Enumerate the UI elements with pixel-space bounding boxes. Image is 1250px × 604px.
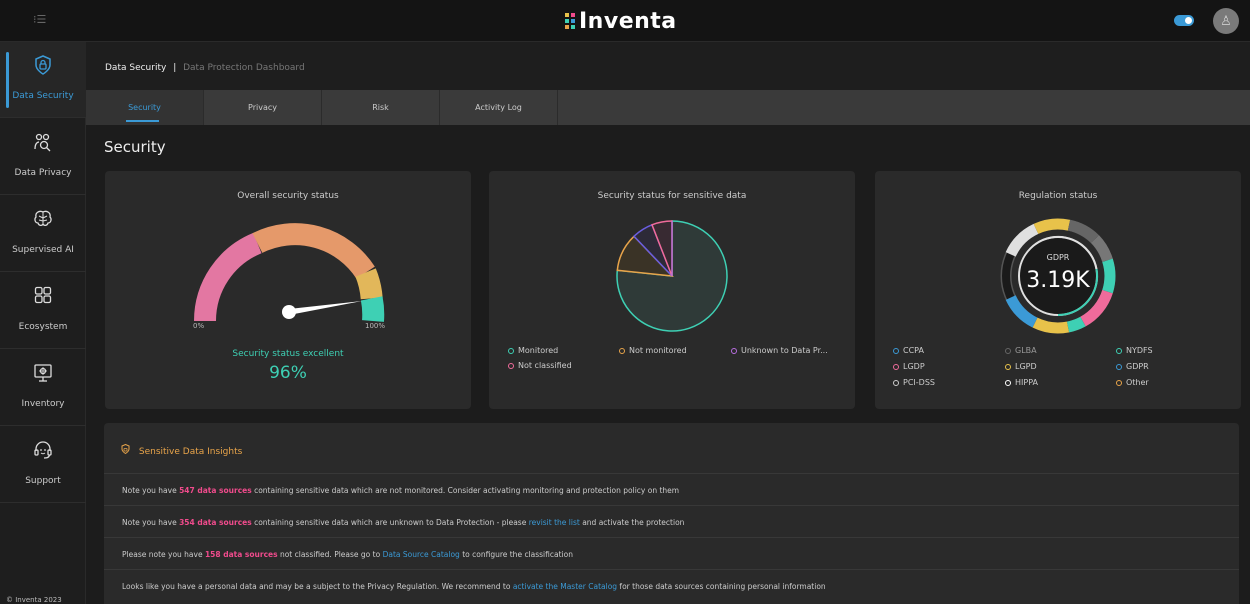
sensitive-data-pie <box>616 220 728 332</box>
tab-risk[interactable]: Risk <box>322 90 440 125</box>
gauge-segment-red <box>193 232 262 322</box>
insights-header: Sensitive Data Insights <box>121 443 243 457</box>
gauge-needle <box>289 301 362 315</box>
insight-text: Looks like you have a personal data and … <box>122 582 513 591</box>
security-status-value: 96% <box>269 363 307 383</box>
donut-center-label: GDPR <box>1046 253 1070 262</box>
insight-highlight: 547 data sources <box>179 486 252 495</box>
gauge-min-label: 0% <box>193 322 205 330</box>
logo-text: Inventa <box>579 8 677 34</box>
data-source-catalog-link[interactable]: Data Source Catalog <box>383 550 460 559</box>
sidebar-item-support[interactable]: Support <box>0 427 86 503</box>
gauge-max-label: 100% <box>365 322 386 330</box>
legend-item-gdpr[interactable]: GDPR <box>1116 362 1149 371</box>
insight-row: Please note you have 158 data sources no… <box>104 537 1239 569</box>
insight-text: Note you have <box>122 486 180 495</box>
sidebar-item-label: Data Privacy <box>14 168 72 178</box>
page-title: Security <box>104 138 166 156</box>
legend-item-other[interactable]: Other <box>1116 378 1149 387</box>
donut-segment-nydfs-2 <box>1066 316 1086 333</box>
sidebar-item-data-security[interactable]: Data Security <box>0 42 86 118</box>
tab-bar: Security Privacy Risk Activity Log <box>86 90 1250 125</box>
legend-item-glba[interactable]: GLBA <box>1005 346 1037 355</box>
insight-text: Please note you have <box>122 550 205 559</box>
insight-text: not classified. Please go to <box>277 550 383 559</box>
theme-toggle[interactable] <box>1174 15 1194 26</box>
gauge-segment-orange <box>252 223 375 279</box>
lock-shield-icon <box>33 55 53 77</box>
sidebar-item-data-privacy[interactable]: Data Privacy <box>0 119 86 195</box>
regulation-status-card: Regulation status GDPR 3.19K CCPA GLBA N… <box>875 171 1241 409</box>
users-search-icon <box>33 132 53 154</box>
sidebar: Data Security Data Privacy Supervised AI… <box>0 42 86 604</box>
security-status-text: Security status excellent <box>232 349 344 359</box>
donut-center-value: 3.19K <box>1026 268 1090 293</box>
breadcrumb: Data Security | Data Protection Dashboar… <box>86 42 1250 90</box>
sidebar-item-ecosystem[interactable]: Ecosystem <box>0 273 86 349</box>
breadcrumb-separator: | <box>173 63 177 73</box>
insight-highlight: 158 data sources <box>204 550 278 559</box>
revisit-list-link[interactable]: revisit the list <box>529 518 580 527</box>
insight-highlight: 354 data sources <box>179 518 252 527</box>
legend-item-not-classified[interactable]: Not classified <box>508 361 572 370</box>
donut-segment-lgpd-2 <box>1032 317 1070 334</box>
sidebar-item-label: Supervised AI <box>12 245 74 255</box>
monitor-gear-icon <box>33 363 53 385</box>
headset-icon <box>33 440 53 462</box>
donut-segment-glba <box>1067 219 1099 244</box>
logo-mark-icon <box>565 13 575 29</box>
legend-item-nydfs[interactable]: NYDFS <box>1116 346 1153 355</box>
tab-privacy[interactable]: Privacy <box>204 90 322 125</box>
sidebar-item-label: Ecosystem <box>18 322 68 332</box>
sidebar-item-inventory[interactable]: Inventory <box>0 350 86 426</box>
gauge-pivot <box>282 305 296 319</box>
donut-segment-lgpd <box>1033 218 1071 234</box>
legend-item-ccpa[interactable]: CCPA <box>893 346 924 355</box>
sidebar-item-label: Support <box>25 476 61 486</box>
grid-icon <box>33 286 53 308</box>
tab-security[interactable]: Security <box>86 90 204 125</box>
user-avatar-icon[interactable]: ♙ <box>1213 8 1239 34</box>
insight-text: for those data sources containing person… <box>617 582 826 591</box>
insight-text: containing sensitive data which are unkn… <box>251 518 529 527</box>
activate-master-catalog-link[interactable]: activate the Master Catalog <box>513 582 617 591</box>
legend-item-lgdp[interactable]: LGDP <box>893 362 925 371</box>
insight-text: Note you have <box>122 518 180 527</box>
sidebar-item-label: Data Security <box>12 91 74 101</box>
top-bar: ⁝☰ Inventa ♙ <box>0 0 1250 42</box>
gauge-segment-yellow <box>355 268 383 300</box>
sidebar-item-label: Inventory <box>21 399 65 409</box>
insight-row: Looks like you have a personal data and … <box>104 569 1239 601</box>
brain-icon <box>33 209 53 231</box>
insight-text: containing sensitive data which are not … <box>251 486 680 495</box>
sensitive-data-insights: Sensitive Data Insights Note you have 54… <box>104 423 1239 604</box>
insight-text: and activate the protection <box>579 518 685 527</box>
sensitive-data-card: Security status for sensitive data Monit… <box>489 171 855 409</box>
overall-security-card: Overall security status 0% 100% Security… <box>105 171 471 409</box>
legend-item-monitored[interactable]: Monitored <box>508 346 558 355</box>
insight-row: Note you have 354 data sources containin… <box>104 505 1239 537</box>
sidebar-item-supervised-ai[interactable]: Supervised AI <box>0 196 86 272</box>
tab-activity-log[interactable]: Activity Log <box>440 90 558 125</box>
legend-item-hippa[interactable]: HIPPA <box>1005 378 1038 387</box>
logo[interactable]: Inventa <box>565 6 677 36</box>
legend-item-lgpd[interactable]: LGPD <box>1005 362 1037 371</box>
insight-text: to configure the classification <box>459 550 573 559</box>
breadcrumb-main[interactable]: Data Security <box>105 63 166 73</box>
insight-row: Note you have 547 data sources containin… <box>104 473 1239 505</box>
menu-icon[interactable]: ⁝☰ <box>33 13 51 27</box>
breadcrumb-current: Data Protection Dashboard <box>183 63 305 73</box>
legend-item-unknown[interactable]: Unknown to Data Pr... <box>731 346 828 355</box>
legend-item-pci-dss[interactable]: PCI-DSS <box>893 378 935 387</box>
gauge-segment-green <box>360 296 385 322</box>
shield-lock-icon <box>121 443 133 457</box>
insights-title: Sensitive Data Insights <box>138 447 243 457</box>
legend-item-not-monitored[interactable]: Not monitored <box>619 346 687 355</box>
copyright: © Inventa 2023 <box>6 596 62 604</box>
